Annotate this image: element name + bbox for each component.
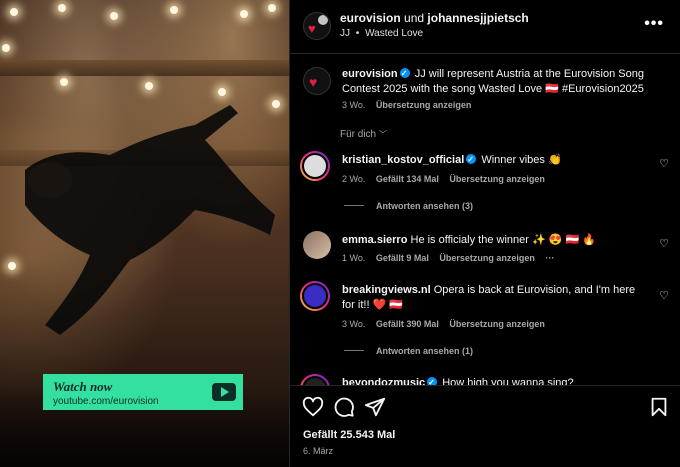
chevron-down-icon: ﹀ [378, 130, 387, 139]
comment-icon[interactable] [333, 396, 355, 418]
verified-icon [427, 375, 438, 385]
caption-meta: 3 Wo. Übersetzung anzeigen [342, 100, 479, 110]
comment-sort-dropdown[interactable]: Für dich ﹀ [340, 129, 460, 140]
comment-text: He is officialy the winner ✨ 😍 🇦🇹 🔥 [410, 234, 596, 246]
light-bulb [110, 12, 118, 20]
heart-icon[interactable]: ♡ [659, 157, 669, 170]
avatar[interactable] [300, 151, 330, 181]
comment-text: How high you wanna sing? [442, 377, 574, 385]
comment-age: 2 Wo. [342, 174, 366, 184]
comment-text: Winner vibes 👏 [481, 154, 562, 166]
youtube-icon [212, 383, 236, 401]
light-bulb [8, 262, 16, 270]
view-replies-button[interactable]: Antworten ansehen (1) [344, 346, 473, 356]
sort-label: Für dich [340, 129, 377, 140]
light-bulb [58, 4, 66, 12]
post-date: 6. März [303, 446, 334, 456]
heart-icon[interactable]: ♡ [659, 289, 669, 302]
comment-body: beyondozmusic How high you wanna sing? [342, 375, 642, 385]
more-icon[interactable]: ••• [644, 15, 664, 33]
comment-meta: 2 Wo. Gefällt 134 Mal Übersetzung anzeig… [342, 174, 553, 184]
account-link[interactable]: eurovision [340, 11, 401, 25]
collab-avatar [318, 15, 328, 25]
post-header: ♥ eurovision und johannesjjpietsch JJ • … [290, 0, 680, 54]
comment-username[interactable]: kristian_kostov_official [342, 154, 464, 166]
header-subtitle: JJ • Wasted Love [340, 28, 423, 39]
watch-now-label: Watch now [53, 379, 113, 394]
performer-silhouette [25, 105, 275, 335]
watch-url: youtube.com/eurovision [53, 396, 159, 407]
light-bulb [2, 44, 10, 52]
watch-now-banner[interactable]: Watch now youtube.com/eurovision [43, 374, 243, 410]
comment-likes[interactable]: Gefällt 390 Mal [376, 319, 439, 329]
avatar[interactable] [300, 374, 330, 385]
comment-meta: 1 Wo. Gefällt 9 Mal Übersetzung anzeigen… [342, 253, 562, 263]
comment-likes[interactable]: Gefällt 9 Mal [376, 253, 429, 263]
post-actions: Gefällt 25.543 Mal 6. März [290, 385, 680, 467]
avatar[interactable] [300, 281, 330, 311]
comment-age: 1 Wo. [342, 253, 366, 263]
view-replies-button[interactable]: Antworten ansehen (3) [344, 201, 473, 211]
comment-username[interactable]: breakingviews.nl [342, 284, 431, 296]
heart-icon[interactable]: ♡ [659, 237, 669, 250]
post-detail-panel: ♥ eurovision und johannesjjpietsch JJ • … [289, 0, 680, 467]
audio-artist-link[interactable]: JJ [340, 28, 350, 39]
eurovision-heart-icon: ♥ [308, 21, 316, 36]
light-bulb [170, 6, 178, 14]
subtitle-separator: • [355, 28, 360, 39]
caption-username[interactable]: eurovision [342, 68, 398, 80]
post-video[interactable]: Watch now youtube.com/eurovision [0, 0, 289, 467]
light-bulb [240, 10, 248, 18]
caption-text-block: eurovision JJ will represent Austria at … [342, 66, 662, 97]
caption-age: 3 Wo. [342, 100, 366, 110]
bookmark-icon[interactable] [648, 396, 670, 418]
light-bulb [60, 78, 68, 86]
theater-balcony [0, 60, 289, 76]
verified-icon [466, 152, 477, 167]
comments-list[interactable]: ♥ eurovision JJ will represent Austria a… [290, 55, 680, 385]
comment-body: kristian_kostov_official Winner vibes 👏 [342, 152, 642, 168]
verified-icon [399, 66, 410, 81]
avatar[interactable]: ♥ [303, 67, 331, 95]
avatar[interactable] [303, 231, 331, 259]
audio-song-link[interactable]: Wasted Love [365, 28, 423, 39]
collab-account-link[interactable]: johannesjjpietsch [427, 11, 528, 25]
comment-username[interactable]: beyondozmusic [342, 377, 425, 385]
translate-link[interactable]: Übersetzung anzeigen [449, 319, 545, 329]
comment-age: 3 Wo. [342, 319, 366, 329]
more-options-icon[interactable]: ··· [545, 253, 554, 263]
comment-body: breakingviews.nl Opera is back at Eurovi… [342, 283, 642, 313]
avatar[interactable]: ♥ [303, 12, 331, 40]
header-accounts: eurovision und johannesjjpietsch [340, 11, 529, 25]
account-joiner: und [404, 11, 425, 25]
light-bulb [10, 8, 18, 16]
translate-link[interactable]: Übersetzung anzeigen [376, 100, 472, 110]
comment-body: emma.sierro He is officialy the winner ✨… [342, 233, 642, 248]
heart-icon[interactable] [302, 396, 324, 418]
light-bulb [268, 4, 276, 12]
comment-likes[interactable]: Gefällt 134 Mal [376, 174, 439, 184]
translate-link[interactable]: Übersetzung anzeigen [439, 253, 535, 263]
comment-meta: 3 Wo. Gefällt 390 Mal Übersetzung anzeig… [342, 319, 553, 329]
eurovision-heart-icon: ♥ [309, 74, 318, 90]
translate-link[interactable]: Übersetzung anzeigen [449, 174, 545, 184]
comment-username[interactable]: emma.sierro [342, 234, 407, 246]
share-icon[interactable] [364, 396, 386, 418]
light-bulb [145, 82, 153, 90]
likes-count[interactable]: Gefällt 25.543 Mal [303, 429, 395, 441]
